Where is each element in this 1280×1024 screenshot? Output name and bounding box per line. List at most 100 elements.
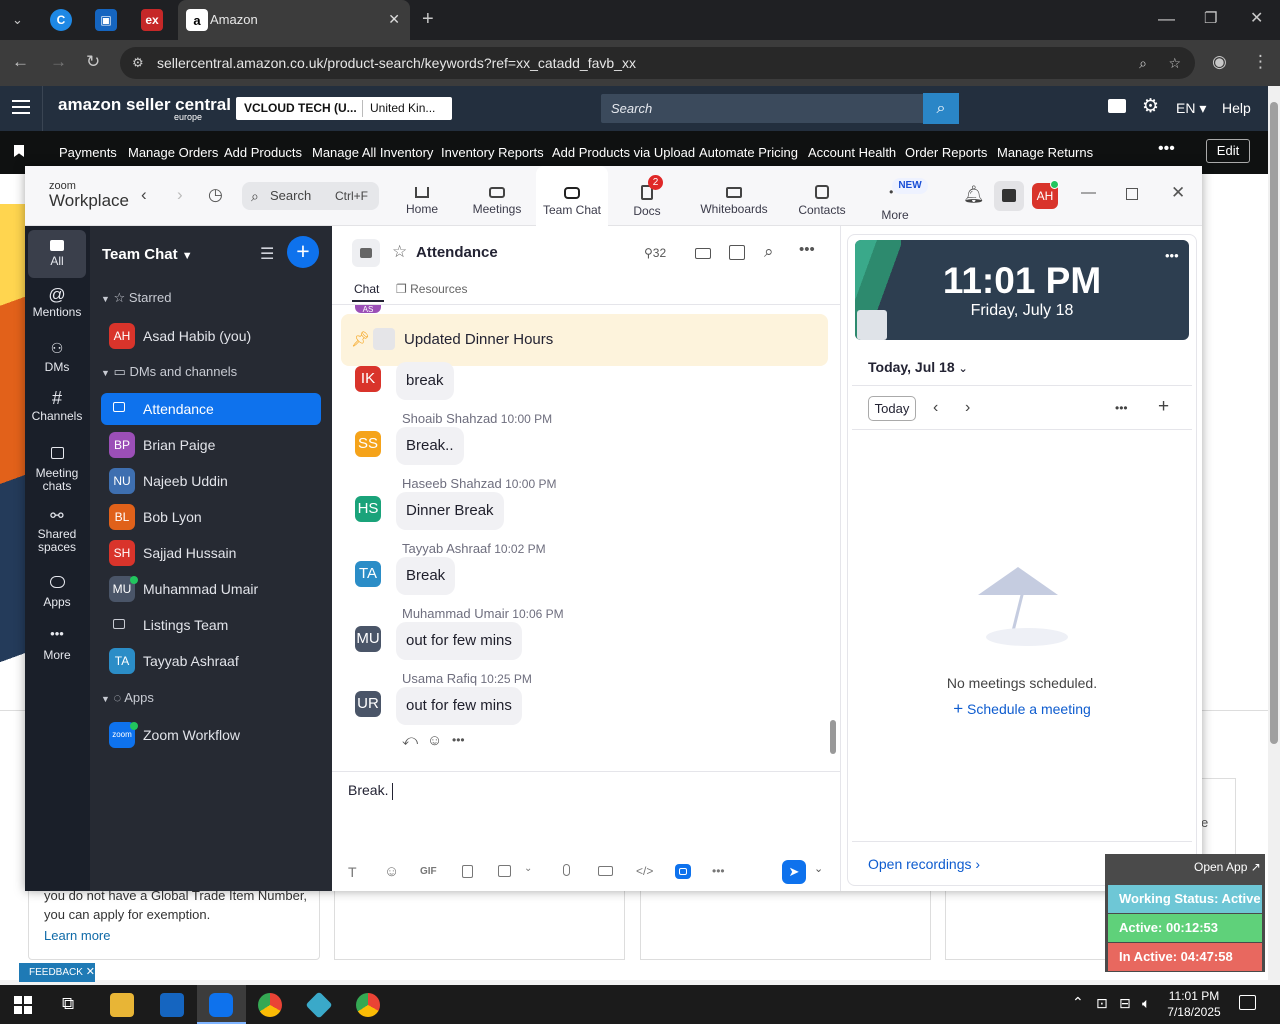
rail-more[interactable]: ••• More xyxy=(28,627,86,662)
message-bubble[interactable]: Break.. xyxy=(396,427,464,465)
open-recordings-link[interactable]: Open recordings › xyxy=(868,856,980,872)
sidebar-item-attendance[interactable]: Attendance xyxy=(101,393,321,425)
tab-contacts[interactable]: Contacts xyxy=(786,166,858,226)
microphone-icon[interactable] xyxy=(563,864,570,876)
tab-favicon-2[interactable]: ▣ xyxy=(95,9,117,31)
tray-chevron-icon[interactable]: ⌃ xyxy=(1072,994,1084,1011)
message-input[interactable]: Break. xyxy=(348,782,394,800)
notifications-bell-icon[interactable]: 🔔︎ xyxy=(963,185,985,205)
tab-list-chevron-icon[interactable]: ⌄ xyxy=(12,10,23,30)
tab-resources[interactable]: ❐ Resources xyxy=(396,282,467,296)
video-call-icon[interactable] xyxy=(695,248,711,259)
clock-more-icon[interactable]: ••• xyxy=(1165,248,1179,263)
history-icon[interactable]: ◷ xyxy=(208,185,223,205)
message-bubble[interactable]: break xyxy=(396,362,454,400)
mail-icon[interactable] xyxy=(1108,99,1126,113)
section-dms-channels[interactable]: ▼ ▭ DMs and channels xyxy=(101,364,237,380)
gif-icon[interactable]: GIF xyxy=(420,866,437,877)
star-icon[interactable]: ☆ xyxy=(392,242,407,262)
zoom-taskbar-button[interactable] xyxy=(197,985,246,1024)
chrome-icon[interactable] xyxy=(258,993,282,1017)
nav-back-icon[interactable]: ‹ xyxy=(141,185,147,205)
seller-search-box[interactable]: Search ⌕ xyxy=(600,93,960,124)
calendar-icon[interactable] xyxy=(729,245,745,260)
new-tab-icon[interactable]: + xyxy=(422,9,434,29)
zoom-close-icon[interactable]: ✕ xyxy=(1171,183,1185,203)
file-explorer-icon[interactable] xyxy=(110,993,134,1017)
tab-favicon-1[interactable]: C xyxy=(50,9,72,31)
feedback-tab[interactable]: FEEDBACK ✕ xyxy=(19,963,95,982)
message-bubble[interactable]: Break xyxy=(396,557,456,595)
tab-chat[interactable]: Chat xyxy=(354,282,379,296)
rail-mentions[interactable]: @ Mentions xyxy=(28,286,86,319)
message-more-icon[interactable]: ••• xyxy=(452,733,465,747)
add-event-icon[interactable]: + xyxy=(1158,396,1169,418)
close-tab-icon[interactable]: ✕ xyxy=(388,11,400,28)
tab-more[interactable]: • •More NEW xyxy=(859,166,931,226)
tab-team-chat[interactable]: Team Chat xyxy=(536,166,608,227)
send-button[interactable]: ➤ xyxy=(782,860,806,884)
gift-icon[interactable] xyxy=(994,181,1024,211)
tab-whiteboards[interactable]: Whiteboards xyxy=(696,166,772,226)
rail-dms[interactable]: ⚇ DMs xyxy=(28,341,86,374)
composer-more-icon[interactable]: ••• xyxy=(712,864,725,878)
sidebar-item-muhammad-umair[interactable]: MU Muhammad Umair xyxy=(101,573,321,605)
schedule-meeting-link[interactable]: + Schedule a meeting xyxy=(848,699,1196,719)
sidebar-item-tayyab-ashraaf[interactable]: TA Tayyab Ashraaf xyxy=(101,645,321,677)
next-day-icon[interactable]: › xyxy=(965,399,970,417)
volume-icon[interactable]: 🔈︎ xyxy=(1142,995,1150,1012)
today-button[interactable]: Today xyxy=(868,396,916,421)
tab-home[interactable]: Home xyxy=(386,166,458,226)
message-bubble[interactable]: out for few mins xyxy=(396,687,522,725)
seller-central-logo[interactable]: amazon seller central xyxy=(58,95,231,115)
tab-meetings[interactable]: Meetings xyxy=(461,166,533,226)
more-options-icon[interactable]: ••• xyxy=(799,241,815,258)
date-selector[interactable]: Today, Jul 18 ⌄ xyxy=(868,359,968,375)
format-text-icon[interactable]: T xyxy=(348,864,357,880)
page-scrollbar-thumb[interactable] xyxy=(1270,102,1278,744)
bookmark-icon[interactable] xyxy=(14,145,24,157)
account-switcher[interactable]: VCLOUD TECH (U... United Kin... xyxy=(236,97,452,120)
learn-more-link[interactable]: Learn more xyxy=(44,928,110,943)
search-icon[interactable]: ⌕ xyxy=(764,242,774,262)
message-bubble[interactable]: out for few mins xyxy=(396,622,522,660)
minimize-window-icon[interactable]: — xyxy=(1158,9,1175,29)
nav-automate-pricing[interactable]: Automate Pricing xyxy=(699,145,798,160)
bookmark-star-icon[interactable]: ☆ xyxy=(1168,47,1181,79)
section-apps[interactable]: ▼ ◌ Apps xyxy=(101,690,154,705)
site-info-icon[interactable]: ⚙ xyxy=(132,47,144,79)
task-view-icon[interactable]: ⧉ xyxy=(62,994,74,1014)
feedback-close-icon[interactable]: ✕ xyxy=(86,966,95,978)
zoom-maximize-icon[interactable] xyxy=(1126,188,1138,200)
rail-channels[interactable]: # Channels xyxy=(28,389,86,423)
outlook-icon[interactable] xyxy=(160,993,184,1017)
hamburger-menu-icon[interactable] xyxy=(12,100,30,114)
open-app-link[interactable]: Open App ↗ xyxy=(1194,860,1261,874)
sidebar-item-najeeb-uddin[interactable]: NU Najeeb Uddin xyxy=(101,465,321,497)
edit-nav-button[interactable]: Edit xyxy=(1206,139,1250,163)
section-starred[interactable]: ▼ ☆ Starred xyxy=(101,290,171,306)
sidebar-item-zoom-workflow[interactable]: zoom Zoom Workflow xyxy=(101,719,321,751)
tab-docs[interactable]: Docs 2 xyxy=(611,166,683,226)
calendar-more-icon[interactable]: ••• xyxy=(1115,401,1128,415)
previous-day-icon[interactable]: ‹ xyxy=(933,399,938,417)
emoji-icon[interactable]: ☺ xyxy=(384,863,399,880)
taskbar-clock[interactable]: 11:01 PM 7/18/2025 xyxy=(1162,988,1226,1020)
tray-app-icon[interactable]: ⊡ xyxy=(1096,995,1108,1012)
code-snippet-icon[interactable]: </> xyxy=(636,864,653,878)
language-selector[interactable]: EN ▾ xyxy=(1176,100,1206,117)
nav-inventory-reports[interactable]: Inventory Reports xyxy=(441,145,544,160)
windows-start-icon[interactable] xyxy=(14,996,32,1014)
zoom-search-box[interactable]: ⌕ Search Ctrl+F xyxy=(242,182,379,210)
app-icon[interactable] xyxy=(305,991,333,1019)
browser-tab-amazon[interactable]: a Amazon ✕ xyxy=(178,0,410,40)
send-options-icon[interactable]: ⌄ xyxy=(814,862,823,875)
nav-manage-orders[interactable]: Manage Orders xyxy=(128,145,218,160)
address-bar[interactable]: ⚙ sellercentral.amazon.co.uk/product-sea… xyxy=(120,47,1195,79)
sidebar-item-brian-paige[interactable]: BP Brian Paige xyxy=(101,429,321,461)
nav-forward-icon[interactable]: › xyxy=(177,185,183,205)
zoom-app-icon[interactable] xyxy=(675,864,691,879)
rail-apps[interactable]: Apps xyxy=(28,576,86,609)
nav-manage-returns[interactable]: Manage Returns xyxy=(997,145,1093,160)
rail-shared-spaces[interactable]: ⚯ Shared spaces xyxy=(28,509,86,554)
